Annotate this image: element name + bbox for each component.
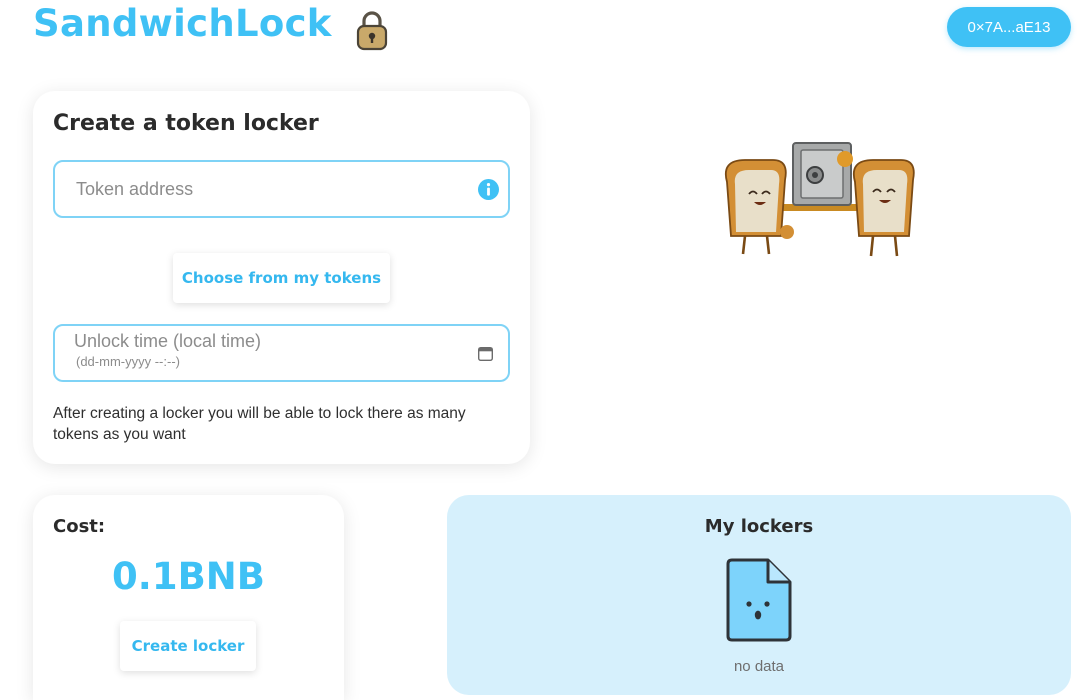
- unlock-time-field[interactable]: Unlock time (local time) (dd-mm-yyyy --:…: [53, 324, 510, 382]
- create-locker-card: Create a token locker Choose from my tok…: [33, 91, 530, 464]
- cost-label: Cost:: [53, 516, 106, 537]
- padlock-icon: [356, 11, 388, 51]
- token-address-field[interactable]: [53, 160, 510, 218]
- unlock-time-format-hint: (dd-mm-yyyy --:--): [76, 354, 180, 369]
- unlock-time-label: Unlock time (local time): [74, 331, 262, 351]
- create-locker-note: After creating a locker you will be able…: [53, 405, 466, 443]
- create-locker-title: Create a token locker: [53, 111, 319, 136]
- empty-file-icon: [726, 558, 792, 642]
- create-locker-button[interactable]: Create locker: [120, 621, 256, 671]
- cost-value: 0.1BNB: [112, 555, 265, 598]
- no-data-text: no data: [733, 658, 785, 675]
- wallet-address-button[interactable]: 0×7A...aE13: [947, 7, 1071, 47]
- page: SandwichLock 0×7A...aE13 Create a token …: [0, 0, 1088, 700]
- app-logo[interactable]: SandwichLock: [33, 2, 332, 45]
- calendar-icon[interactable]: [478, 346, 493, 361]
- token-address-input[interactable]: [55, 162, 508, 216]
- cost-card: Cost: 0.1BNB Create locker: [33, 495, 344, 700]
- info-icon[interactable]: [478, 179, 499, 200]
- my-lockers-title: My lockers: [704, 516, 814, 537]
- sandwich-safe-illustration: [724, 142, 915, 257]
- choose-from-my-tokens-button[interactable]: Choose from my tokens: [173, 253, 390, 303]
- my-lockers-card: My lockers no data: [447, 495, 1071, 695]
